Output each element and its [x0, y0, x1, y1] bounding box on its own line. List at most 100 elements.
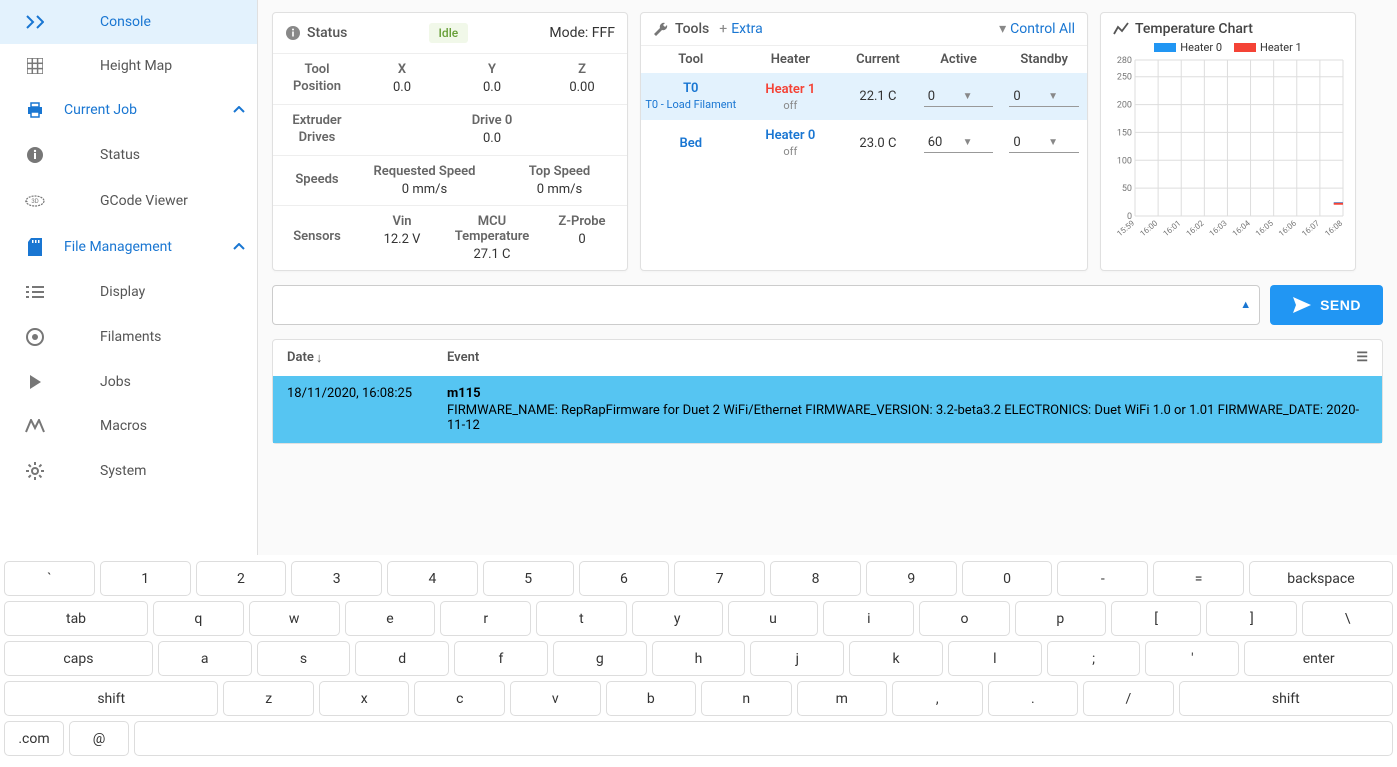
key-=[interactable]: = — [1153, 561, 1244, 596]
key-d[interactable]: d — [355, 641, 449, 676]
key-9[interactable]: 9 — [866, 561, 957, 596]
bed-active-select[interactable]: 60▼ — [924, 133, 994, 153]
key-enter[interactable]: enter — [1244, 641, 1393, 676]
sidebar-item-system[interactable]: System — [0, 448, 257, 494]
key-5[interactable]: 5 — [483, 561, 574, 596]
key-l[interactable]: l — [948, 641, 1042, 676]
key-8[interactable]: 8 — [770, 561, 861, 596]
key-v[interactable]: v — [510, 681, 601, 716]
console-menu-button[interactable]: ☰ — [1356, 350, 1368, 365]
tool-bed-link[interactable]: Bed — [641, 136, 741, 151]
extra-link[interactable]: Extra — [731, 21, 763, 37]
key-h[interactable]: h — [652, 641, 746, 676]
sidebar-label: Current Job — [64, 102, 137, 118]
sidebar-item-console[interactable]: Console — [0, 0, 257, 44]
key-u[interactable]: u — [728, 601, 819, 636]
key-k[interactable]: k — [849, 641, 943, 676]
key-backspace[interactable]: backspace — [1249, 561, 1393, 596]
svg-text:16:04: 16:04 — [1231, 218, 1252, 238]
key-e[interactable]: e — [345, 601, 436, 636]
console-date-header[interactable]: Date↓ — [287, 350, 447, 366]
key-@[interactable]: @ — [69, 721, 129, 756]
key-b[interactable]: b — [606, 681, 697, 716]
sidebar-item-jobs[interactable]: Jobs — [0, 360, 257, 404]
gcode-input[interactable]: ▲ — [272, 285, 1260, 325]
sidebar-label: Console — [52, 14, 151, 30]
key-g[interactable]: g — [553, 641, 647, 676]
plus-icon: + — [719, 21, 727, 37]
chevron-down-icon: ▼ — [959, 91, 994, 102]
col-heater: Heater — [741, 52, 841, 67]
sidebar-label: GCode Viewer — [52, 193, 188, 209]
key-s[interactable]: s — [257, 641, 351, 676]
heater1-link[interactable]: Heater 1 — [741, 82, 841, 97]
key-q[interactable]: q — [153, 601, 244, 636]
key-7[interactable]: 7 — [674, 561, 765, 596]
key-`[interactable]: ` — [4, 561, 95, 596]
sidebar-item-display[interactable]: Display — [0, 270, 257, 314]
key-;[interactable]: ; — [1047, 641, 1141, 676]
tool-t0-loadfilament[interactable]: T0 - Load Filament — [641, 98, 741, 112]
key-[[interactable]: [ — [1111, 601, 1202, 636]
sidebar-item-filaments[interactable]: Filaments — [0, 314, 257, 360]
key-tab[interactable]: tab — [4, 601, 148, 636]
key-p[interactable]: p — [1015, 601, 1106, 636]
sidebar-label: System — [52, 463, 146, 479]
key-4[interactable]: 4 — [387, 561, 478, 596]
key-o[interactable]: o — [919, 601, 1010, 636]
sidebar-group-currentjob[interactable]: Current Job — [0, 88, 257, 132]
key-f[interactable]: f — [454, 641, 548, 676]
key-2[interactable]: 2 — [196, 561, 287, 596]
key-y[interactable]: y — [632, 601, 723, 636]
key-c[interactable]: c — [414, 681, 505, 716]
key-1[interactable]: 1 — [100, 561, 191, 596]
key-/[interactable]: / — [1083, 681, 1174, 716]
key-r[interactable]: r — [440, 601, 531, 636]
t0-standby-select[interactable]: 0▼ — [1009, 87, 1079, 107]
sensors-label: Sensors — [273, 214, 357, 262]
sidebar-item-macros[interactable]: Macros — [0, 404, 257, 448]
chevron-up-icon[interactable]: ▲ — [1240, 298, 1251, 311]
key-z[interactable]: z — [223, 681, 314, 716]
drive0-value: 0.0 — [357, 131, 627, 146]
key-a[interactable]: a — [158, 641, 252, 676]
key-,[interactable]: , — [892, 681, 983, 716]
key-caps[interactable]: caps — [4, 641, 153, 676]
key-shift[interactable]: shift — [1179, 681, 1393, 716]
bed-standby-select[interactable]: 0▼ — [1009, 133, 1079, 153]
tool-row-t0: T0 T0 - Load Filament Heater 1 off 22.1 … — [641, 73, 1087, 120]
key-][interactable]: ] — [1206, 601, 1297, 636]
col-standby: Standby — [1001, 52, 1087, 67]
key-.[interactable]: . — [988, 681, 1079, 716]
key-space[interactable] — [134, 721, 1393, 756]
key-m[interactable]: m — [797, 681, 888, 716]
sidebar-item-gcodeviewer[interactable]: 3D GCode Viewer — [0, 178, 257, 224]
key-i[interactable]: i — [823, 601, 914, 636]
key-3[interactable]: 3 — [291, 561, 382, 596]
key-shift[interactable]: shift — [4, 681, 218, 716]
key-j[interactable]: j — [750, 641, 844, 676]
svg-text:150: 150 — [1117, 128, 1132, 138]
key-'[interactable]: ' — [1145, 641, 1239, 676]
wrench-icon — [653, 21, 669, 37]
key-t[interactable]: t — [536, 601, 627, 636]
heater0-link[interactable]: Heater 0 — [741, 128, 841, 143]
sidebar-item-status[interactable]: Status — [0, 132, 257, 178]
control-all-link[interactable]: Control All — [1010, 21, 1075, 37]
key-x[interactable]: x — [319, 681, 410, 716]
key--[interactable]: - — [1057, 561, 1148, 596]
tool-t0-link[interactable]: T0 — [641, 81, 741, 96]
sidebar-group-filemgmt[interactable]: File Management — [0, 224, 257, 270]
key-w[interactable]: w — [249, 601, 340, 636]
send-button[interactable]: SEND — [1270, 285, 1383, 325]
svg-text:16:07: 16:07 — [1300, 218, 1321, 238]
key-6[interactable]: 6 — [579, 561, 670, 596]
sidebar-label: Macros — [52, 418, 147, 434]
key-\[interactable]: \ — [1302, 601, 1393, 636]
sidebar-item-heightmap[interactable]: Height Map — [0, 44, 257, 88]
key-.com[interactable]: .com — [4, 721, 64, 756]
key-n[interactable]: n — [701, 681, 792, 716]
topspeed-value: 0 mm/s — [492, 182, 627, 197]
key-0[interactable]: 0 — [962, 561, 1053, 596]
t0-active-select[interactable]: 0▼ — [924, 87, 994, 107]
